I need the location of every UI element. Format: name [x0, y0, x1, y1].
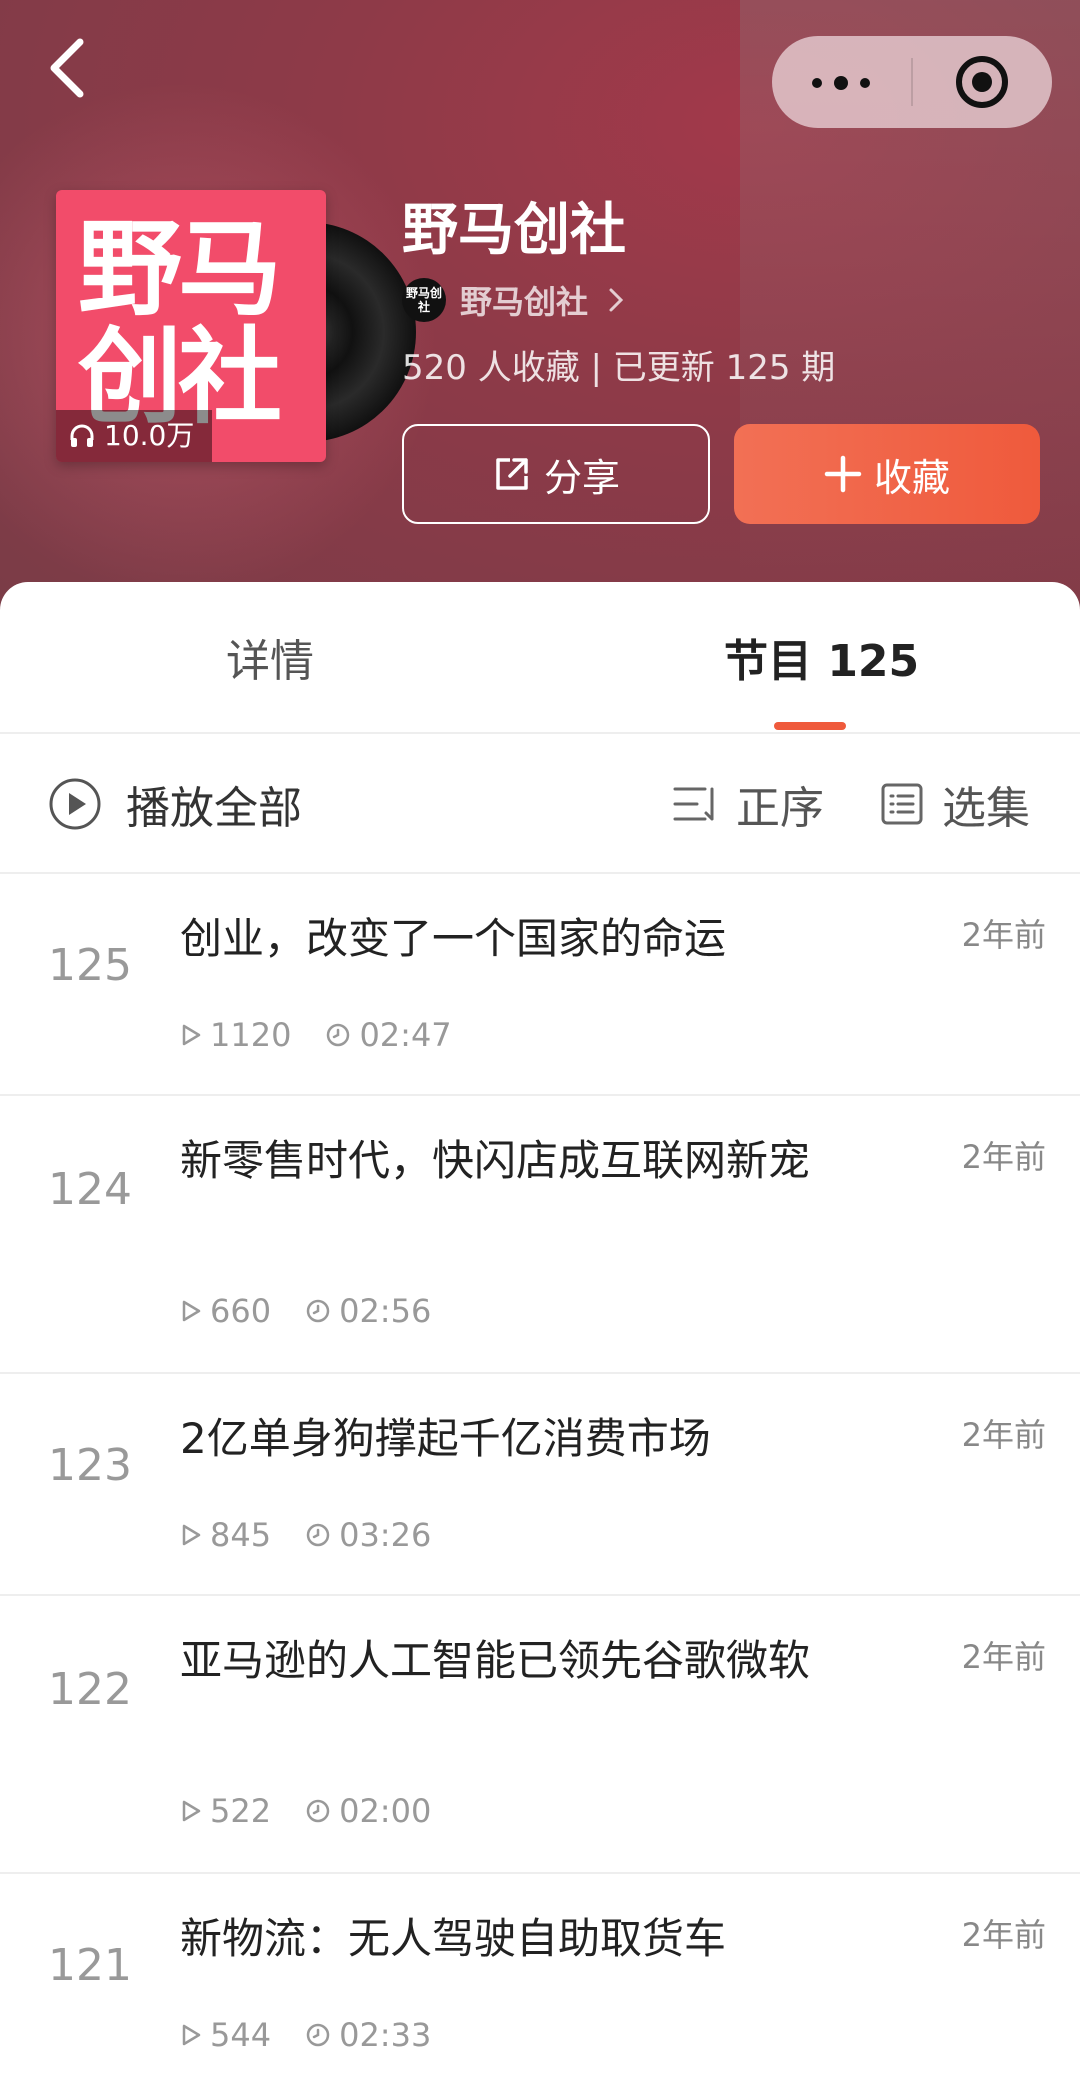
episode-title: 新零售时代，快闪店成互联网新宠	[180, 1136, 811, 1185]
episode-row[interactable]: 124 新零售时代，快闪店成互联网新宠 2年前 660 02:56	[0, 1096, 1080, 1374]
share-icon	[496, 458, 528, 490]
back-button[interactable]	[44, 36, 94, 100]
sort-icon	[673, 787, 714, 821]
play-icon	[182, 1300, 201, 1322]
clock-icon	[306, 1523, 330, 1547]
sort-label: 正序	[736, 783, 824, 834]
more-dot-icon	[812, 78, 822, 88]
play-count-value: 1120	[210, 1016, 292, 1054]
list-toolbar: 播放全部 正序 选集	[0, 734, 1080, 874]
duration-value: 02:00	[339, 1792, 432, 1830]
chevron-right-icon	[609, 288, 624, 312]
mini-program-capsule	[772, 36, 1052, 128]
episode-number: 124	[48, 1164, 132, 1215]
list-icon	[881, 783, 923, 825]
episode-plays: 544	[180, 2016, 271, 2054]
play-circle-icon	[49, 778, 101, 830]
headphones-icon	[70, 424, 94, 447]
episode-meta: 1120 02:47	[180, 1016, 486, 1054]
duration-value: 02:47	[359, 1016, 452, 1054]
play-count-value: 845	[210, 1516, 272, 1554]
more-dot-icon	[860, 78, 870, 88]
episode-duration: 02:33	[305, 2016, 431, 2054]
select-episodes-button[interactable]: 选集	[880, 734, 1030, 874]
close-mini-program-button[interactable]	[912, 36, 1052, 128]
share-button[interactable]: 分享	[402, 424, 710, 524]
author-link[interactable]: 野马创社 野马创社	[402, 276, 626, 324]
episode-row[interactable]: 121 新物流：无人驾驶自助取货车 2年前 544 02:33	[0, 1874, 1080, 2074]
episode-duration: 02:47	[325, 1016, 452, 1054]
episode-plays: 1120	[180, 1016, 291, 1054]
episode-meta: 522 02:00	[180, 1792, 465, 1830]
episode-meta: 660 02:56	[180, 1292, 465, 1330]
play-count-value: 544	[210, 2016, 272, 2054]
episode-meta: 544 02:33	[180, 2016, 465, 2054]
more-dot-icon	[834, 76, 848, 90]
episode-duration: 03:26	[305, 1516, 431, 1554]
clock-icon	[306, 2023, 330, 2047]
episode-number: 123	[48, 1440, 132, 1491]
episode-title: 2亿单身狗撑起千亿消费市场	[180, 1414, 711, 1463]
episode-title: 亚马逊的人工智能已领先谷歌微软	[180, 1636, 811, 1685]
episode-date: 2年前	[961, 1416, 1046, 1454]
episode-duration: 02:56	[305, 1292, 431, 1330]
episode-row[interactable]: 122 亚马逊的人工智能已领先谷歌微软 2年前 522 02:00	[0, 1596, 1080, 1874]
episode-number: 121	[48, 1940, 132, 1991]
sort-button[interactable]: 正序	[672, 734, 824, 874]
album-stats: 520 人收藏 | 已更新 125 期	[402, 348, 836, 388]
play-icon	[182, 1800, 201, 1822]
tab-episodes[interactable]: 节目 125	[724, 632, 919, 692]
active-tab-indicator	[774, 722, 846, 730]
author-name: 野马创社	[460, 283, 589, 321]
episode-number: 122	[48, 1664, 132, 1715]
episode-date: 2年前	[961, 1138, 1046, 1176]
episode-title: 创业，改变了一个国家的命运	[180, 914, 727, 963]
plus-icon	[824, 455, 862, 493]
tab-bar: 详情 节目 125	[0, 582, 1080, 734]
clock-icon	[327, 1023, 350, 1047]
more-menu-button[interactable]	[772, 36, 912, 128]
episode-meta: 845 03:26	[180, 1516, 465, 1554]
play-icon	[182, 1524, 201, 1546]
back-arrow-icon	[50, 38, 84, 98]
target-circle-icon	[956, 56, 1008, 108]
episode-row[interactable]: 123 2亿单身狗撑起千亿消费市场 2年前 845 03:26	[0, 1374, 1080, 1596]
episode-row[interactable]: 125 创业，改变了一个国家的命运 2年前 1120 02:47	[0, 874, 1080, 1096]
play-icon	[182, 2024, 201, 2046]
episode-date: 2年前	[961, 1638, 1046, 1676]
episode-list: 125 创业，改变了一个国家的命运 2年前 1120 02:47 124 新零售…	[0, 874, 1080, 2074]
cover-image: 野马 创社 10.0万	[56, 190, 326, 462]
episode-plays: 522	[180, 1792, 271, 1830]
episode-number: 125	[48, 940, 132, 991]
duration-value: 03:26	[339, 1516, 432, 1554]
episode-plays: 660	[180, 1292, 271, 1330]
play-count-value: 522	[210, 1792, 272, 1830]
duration-value: 02:33	[339, 2016, 432, 2054]
episode-date: 2年前	[961, 916, 1046, 954]
play-count-badge: 10.0万	[56, 410, 213, 462]
share-label: 分享	[543, 455, 620, 500]
play-all-button[interactable]: 播放全部	[48, 734, 302, 874]
play-all-label: 播放全部	[126, 783, 302, 834]
duration-value: 02:56	[339, 1292, 432, 1330]
favorite-label: 收藏	[873, 455, 950, 500]
album-cover[interactable]: 野马 创社 10.0万	[56, 190, 416, 470]
tab-detail[interactable]: 详情	[226, 632, 314, 692]
favorite-button[interactable]: 收藏	[734, 424, 1040, 524]
album-header: 野马 创社 10.0万 野马创社 野马创社 野马创社 520 人收藏 | 已更新…	[0, 0, 1080, 620]
play-count: 10.0万	[104, 419, 195, 452]
episode-date: 2年前	[961, 1916, 1046, 1954]
episode-duration: 02:00	[305, 1792, 431, 1830]
play-icon	[182, 1024, 201, 1046]
play-count-value: 660	[210, 1292, 272, 1330]
clock-icon	[306, 1299, 330, 1323]
select-label: 选集	[942, 783, 1030, 834]
clock-icon	[306, 1799, 330, 1823]
episode-plays: 845	[180, 1516, 271, 1554]
episode-title: 新物流：无人驾驶自助取货车	[180, 1914, 727, 1963]
album-title: 野马创社	[402, 198, 626, 263]
cover-text: 野马	[78, 208, 282, 330]
avatar: 野马创社	[402, 278, 446, 322]
content-sheet: 详情 节目 125 播放全部 正序 选集 125 创业，改变了一个国家的命运 2…	[0, 582, 1080, 2054]
